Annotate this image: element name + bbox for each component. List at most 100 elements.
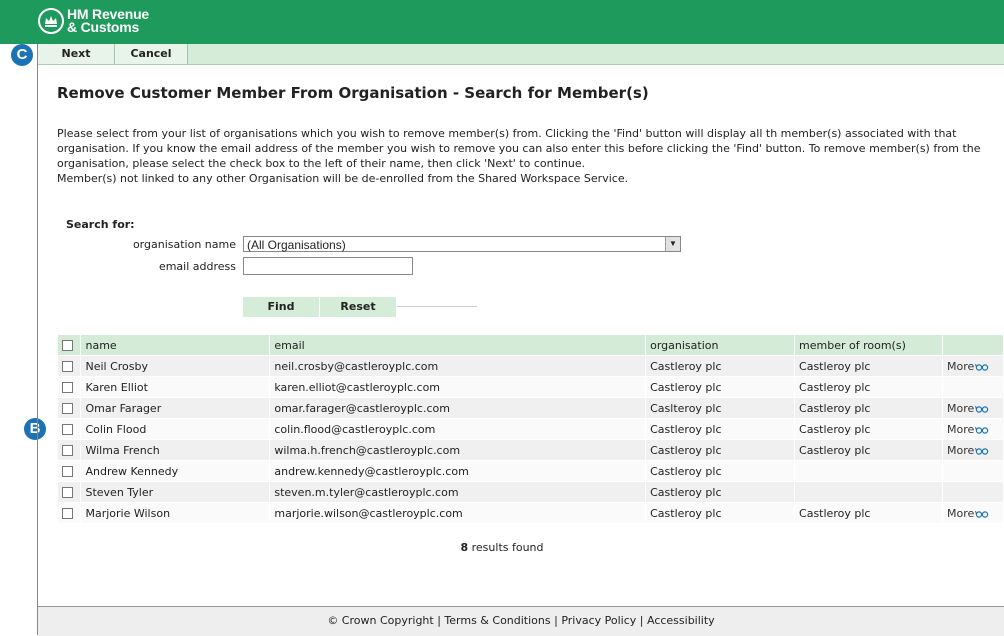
logo-line2: & Customs <box>67 19 140 35</box>
more-link[interactable]: More <box>942 439 1004 461</box>
member-organisation: Caslteroy plc <box>645 397 796 419</box>
intro-line-3: organisation, please select the check bo… <box>57 157 586 170</box>
more-link-label[interactable]: More <box>947 402 974 415</box>
member-rooms <box>794 460 943 482</box>
site-header: HM Revenue & Customs <box>0 0 1004 44</box>
member-name: Andrew Kennedy <box>80 460 271 482</box>
row-checkbox[interactable] <box>62 508 73 519</box>
cancel-button[interactable]: Cancel <box>115 44 188 64</box>
logo-text: HM Revenue & Customs <box>67 7 149 35</box>
find-button[interactable]: Find <box>243 297 319 317</box>
more-link-label[interactable]: More <box>947 507 974 520</box>
row-checkbox-cell <box>58 439 82 461</box>
row-checkbox[interactable] <box>62 424 73 435</box>
glasses-icon[interactable] <box>975 447 989 455</box>
member-email: wilma.h.french@castleroyplc.com <box>269 439 647 461</box>
member-organisation: Castleroy plc <box>645 460 796 482</box>
crown-crest-icon <box>38 8 64 34</box>
copyright-text: © Crown Copyright <box>327 614 434 627</box>
column-header-email[interactable]: email <box>269 335 647 356</box>
organisation-select-value: (All Organisations) <box>247 238 346 252</box>
member-name: Colin Flood <box>80 418 271 440</box>
more-link[interactable]: More <box>942 418 1004 440</box>
member-organisation: Castleroy plc <box>645 376 796 398</box>
select-all-cell <box>58 335 82 356</box>
intro-line-1: Please select from your list of organisa… <box>57 127 957 140</box>
select-all-checkbox[interactable] <box>62 340 73 351</box>
column-header-rooms[interactable]: member of room(s) <box>794 335 943 356</box>
member-email: steven.m.tyler@castleroyplc.com <box>269 481 647 503</box>
table-row: Marjorie Wilson marjorie.wilson@castlero… <box>58 502 1004 524</box>
member-name: Omar Farager <box>80 397 271 419</box>
more-link-label[interactable]: More <box>947 360 974 373</box>
row-checkbox-cell <box>58 418 82 440</box>
row-checkbox-cell <box>58 460 82 482</box>
column-header-name[interactable]: name <box>80 335 271 356</box>
more-link-label[interactable]: More <box>947 423 974 436</box>
member-name: Steven Tyler <box>80 481 271 503</box>
member-organisation: Castleroy plc <box>645 502 796 524</box>
member-rooms: Castleroy plc <box>794 502 943 524</box>
organisation-select[interactable]: (All Organisations) ▼ <box>243 236 681 252</box>
more-link-label[interactable]: More <box>947 444 974 457</box>
member-organisation: Castleroy plc <box>645 418 796 440</box>
reset-button[interactable]: Reset <box>320 297 396 317</box>
callout-badge-b: B <box>24 418 46 440</box>
table-row: Steven Tyler steven.m.tyler@castleroyplc… <box>58 481 1004 503</box>
row-checkbox[interactable] <box>62 361 73 372</box>
email-address-input[interactable] <box>243 257 413 275</box>
table-row: Andrew Kennedy andrew.kennedy@castleroyp… <box>58 460 1004 482</box>
hmrc-logo[interactable]: HM Revenue & Customs <box>38 7 149 35</box>
table-header-row: name email organisation member of room(s… <box>58 335 1004 356</box>
member-email: omar.farager@castleroyplc.com <box>269 397 647 419</box>
column-header-organisation[interactable]: organisation <box>645 335 796 356</box>
row-checkbox[interactable] <box>62 487 73 498</box>
row-checkbox[interactable] <box>62 382 73 393</box>
row-checkbox[interactable] <box>62 445 73 456</box>
next-button[interactable]: Next <box>38 44 115 64</box>
more-cell-empty <box>942 460 1004 482</box>
row-checkbox-cell <box>58 502 82 524</box>
email-address-label: email address <box>158 260 236 273</box>
glasses-icon[interactable] <box>975 426 989 434</box>
results-count: 8 results found <box>0 541 1004 554</box>
member-rooms <box>794 481 943 503</box>
chevron-down-icon[interactable]: ▼ <box>665 237 680 251</box>
footer-separator: | <box>636 614 647 627</box>
more-link[interactable]: More <box>942 355 1004 377</box>
row-checkbox-cell <box>58 355 82 377</box>
table-row: Neil Crosby neil.crosby@castleroyplc.com… <box>58 355 1004 377</box>
search-heading: Search for: <box>66 218 135 231</box>
column-header-more <box>942 335 1004 356</box>
member-rooms: Castleroy plc <box>794 376 943 398</box>
page-title: Remove Customer Member From Organisation… <box>57 84 649 102</box>
row-checkbox[interactable] <box>62 466 73 477</box>
glasses-icon[interactable] <box>975 363 989 371</box>
member-email: karen.elliot@castleroyplc.com <box>269 376 647 398</box>
table-row: Omar Farager omar.farager@castleroyplc.c… <box>58 397 1004 419</box>
more-link[interactable]: More <box>942 502 1004 524</box>
organisation-name-label: organisation name <box>132 238 236 251</box>
table-row: Karen Elliot karen.elliot@castleroyplc.c… <box>58 376 1004 398</box>
more-cell-empty <box>942 376 1004 398</box>
accessibility-link[interactable]: Accessibility <box>647 614 715 627</box>
member-name: Karen Elliot <box>80 376 271 398</box>
member-email: neil.crosby@castleroyplc.com <box>269 355 647 377</box>
table-row: Colin Flood colin.flood@castleroyplc.com… <box>58 418 1004 440</box>
terms-link[interactable]: Terms & Conditions <box>444 614 550 627</box>
glasses-icon[interactable] <box>975 510 989 518</box>
privacy-link[interactable]: Privacy Policy <box>561 614 636 627</box>
results-suffix: results found <box>468 541 544 554</box>
button-divider <box>397 306 477 307</box>
member-organisation: Castleroy plc <box>645 481 796 503</box>
glasses-icon[interactable] <box>975 405 989 413</box>
more-link[interactable]: More <box>942 397 1004 419</box>
footer-separator: | <box>550 614 562 627</box>
intro-line-4: Member(s) not linked to any other Organi… <box>57 172 629 185</box>
member-email: marjorie.wilson@castleroyplc.com <box>269 502 647 524</box>
member-name: Marjorie Wilson <box>80 502 271 524</box>
row-checkbox[interactable] <box>62 403 73 414</box>
table-row: Wilma French wilma.h.french@castleroyplc… <box>58 439 1004 461</box>
more-cell-empty <box>942 481 1004 503</box>
member-name: Wilma French <box>80 439 271 461</box>
